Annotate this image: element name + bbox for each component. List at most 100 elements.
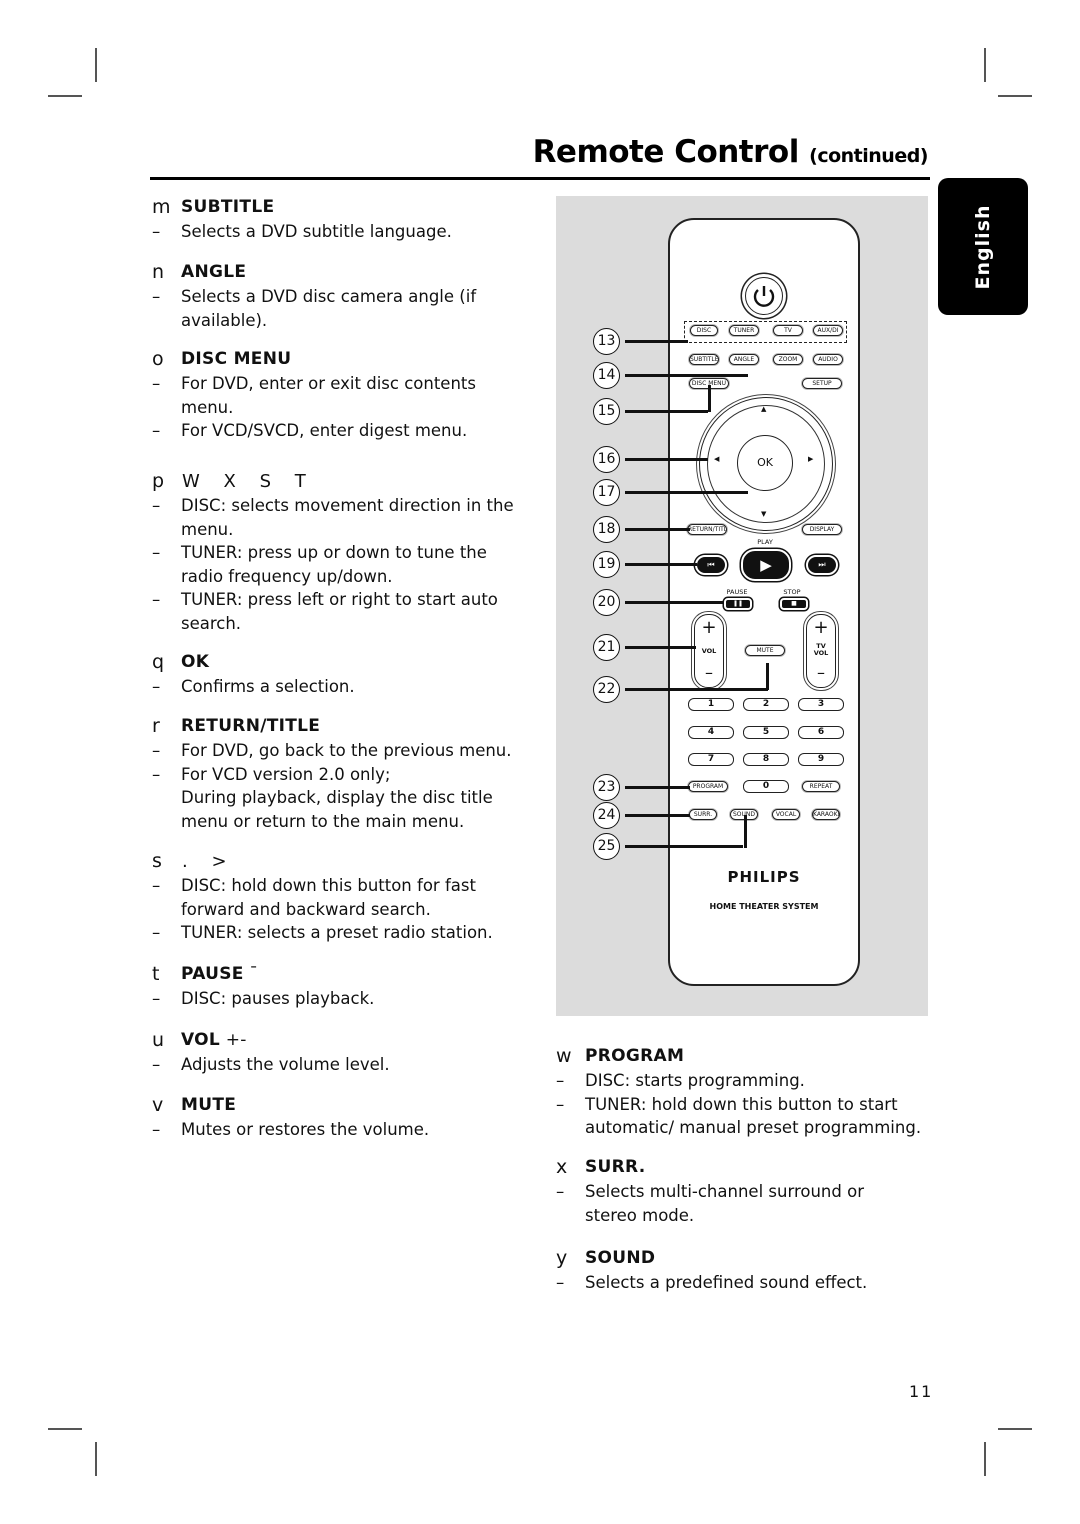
bullet-dash: – bbox=[152, 543, 161, 562]
section-letter: x bbox=[556, 1156, 568, 1178]
section-letter: o bbox=[152, 348, 164, 370]
section-line-text: TUNER: selects a preset radio station. bbox=[181, 923, 493, 942]
section-line: – Selects a DVD disc camera angle (if bbox=[152, 285, 532, 309]
num-9-button: 9 bbox=[798, 753, 844, 766]
section-label-text: PAUSE bbox=[181, 964, 244, 984]
section-letter: q bbox=[152, 651, 165, 673]
section-label-text: SOUND bbox=[585, 1248, 656, 1268]
callout-15: 15 bbox=[593, 398, 620, 425]
zoom-button: ZOOM bbox=[773, 354, 803, 365]
section-label: SURR. bbox=[585, 1156, 646, 1180]
surr-button: SURR. bbox=[689, 809, 717, 820]
section-line: – DISC: starts programming. bbox=[556, 1069, 926, 1093]
section-line: – DISC: pauses playback. bbox=[152, 987, 532, 1011]
vol-label: VOL bbox=[701, 647, 717, 655]
section-label-text: DISC MENU bbox=[181, 349, 292, 369]
crop-mark bbox=[984, 1442, 986, 1476]
section-line-text: automatic/ manual preset programming. bbox=[585, 1118, 922, 1137]
section-label: SOUND bbox=[585, 1247, 655, 1271]
section-line-text: For VCD/SVCD, enter digest menu. bbox=[181, 421, 468, 440]
section-label-text: SUBTITLE bbox=[181, 197, 275, 217]
disc-source-button: DISC bbox=[690, 325, 718, 336]
section-surr: x SURR. – Selects multi-channel surround or… bbox=[556, 1156, 926, 1227]
section-label-text: ANGLE bbox=[181, 262, 247, 282]
bullet-dash: – bbox=[556, 1182, 565, 1201]
bullet-dash: – bbox=[556, 1071, 565, 1090]
crop-mark bbox=[998, 95, 1032, 97]
section-label: PAUSE ¯ bbox=[181, 963, 258, 987]
leader-line bbox=[625, 688, 768, 691]
section-ok: q OK – Confirms a selection. bbox=[152, 651, 532, 699]
setup-button: SETUP bbox=[802, 378, 842, 389]
leader-line bbox=[625, 410, 708, 413]
section-heading: n ANGLE bbox=[152, 261, 532, 285]
vol-rocker: + VOL – bbox=[694, 614, 724, 688]
leader-line bbox=[625, 601, 724, 604]
bullet-dash: – bbox=[152, 374, 161, 393]
section-label-suffix: +- bbox=[220, 1030, 247, 1050]
section-line: – Selects multi-channel surround or bbox=[556, 1180, 926, 1204]
stop-button: ■ bbox=[780, 598, 808, 610]
section-letter: t bbox=[152, 963, 160, 985]
section-label: PROGRAM bbox=[585, 1045, 684, 1069]
section-disc-menu: o DISC MENU – For DVD, enter or exit disc c… bbox=[152, 348, 532, 443]
num-0-button: 0 bbox=[743, 780, 789, 793]
tv-vol-label: TV VOL bbox=[813, 642, 829, 657]
crop-mark bbox=[95, 48, 97, 82]
tv-vol-minus: – bbox=[817, 663, 825, 682]
section-letter: v bbox=[152, 1094, 164, 1116]
section-label-text: VOL bbox=[181, 1030, 221, 1050]
callout-13: 13 bbox=[593, 328, 620, 355]
section-heading: pW X S T bbox=[152, 470, 532, 494]
section-vol: u VOL +- – Adjusts the volume level. bbox=[152, 1029, 532, 1077]
leader-line bbox=[625, 374, 748, 377]
section-line-text: DISC: selects movement direction in the bbox=[181, 496, 514, 515]
page-number: 11 bbox=[909, 1382, 934, 1401]
section-line: – DISC: selects movement direction in the bbox=[152, 494, 532, 518]
section-label: DISC MENU bbox=[181, 348, 291, 372]
section-symbols: . > bbox=[182, 851, 236, 872]
audio-button: AUDIO bbox=[813, 354, 843, 365]
section-label: ANGLE bbox=[181, 261, 246, 285]
section-mute: v MUTE – Mutes or restores the volume. bbox=[152, 1094, 532, 1142]
section-line-text: TUNER: hold down this button to start bbox=[585, 1094, 898, 1114]
section-pause: t PAUSE ¯ – DISC: pauses playback. bbox=[152, 963, 532, 1011]
section-letter: m bbox=[152, 196, 171, 218]
leader-line bbox=[625, 845, 743, 848]
callout-21: 21 bbox=[593, 634, 620, 661]
section-line-text: Selects a DVD disc camera angle (if bbox=[181, 287, 477, 306]
bullet-dash: – bbox=[152, 590, 161, 609]
pause-button: ❚❚ bbox=[724, 598, 752, 610]
section-line-text: For DVD, go back to the previous menu. bbox=[181, 741, 512, 760]
leader-line bbox=[625, 528, 690, 531]
vol-minus: – bbox=[705, 663, 713, 682]
section-heading: o DISC MENU bbox=[152, 348, 532, 372]
pause-label: PAUSE bbox=[726, 588, 748, 596]
right-arrow-icon: ▶ bbox=[808, 455, 814, 463]
section-sound: y SOUND – Selects a predefined sound effect… bbox=[556, 1247, 926, 1295]
section-line-text: search. bbox=[181, 613, 242, 633]
callout-23: 23 bbox=[593, 774, 620, 801]
angle-button: ANGLE bbox=[729, 354, 759, 365]
num-4-button: 4 bbox=[688, 726, 734, 739]
section-heading: v MUTE bbox=[152, 1094, 532, 1118]
power-button bbox=[745, 277, 783, 315]
section-letter: n bbox=[152, 261, 165, 283]
section-label: OK bbox=[181, 651, 209, 675]
bullet-dash: – bbox=[152, 677, 161, 696]
section-line-text: Selects a DVD subtitle language. bbox=[181, 222, 452, 241]
num-3-button: 3 bbox=[798, 698, 844, 711]
power-icon bbox=[753, 286, 775, 307]
section-line: – For VCD version 2.0 only; bbox=[152, 763, 532, 787]
language-tab: English bbox=[938, 178, 1028, 315]
num-6-button: 6 bbox=[798, 726, 844, 739]
tuner-source-button: TUNER bbox=[729, 325, 759, 336]
section-letter: p bbox=[152, 470, 165, 492]
up-arrow-icon: ▲ bbox=[761, 405, 767, 413]
section-line-text: DISC: pauses playback. bbox=[181, 989, 375, 1008]
section-label-text: RETURN/TITLE bbox=[181, 716, 321, 736]
section-nav-arrows-p: p W X S T – DISC: selects movement directio… bbox=[152, 470, 532, 635]
section-line: automatic/ manual preset programming. bbox=[556, 1116, 926, 1140]
vol-plus: + bbox=[701, 617, 717, 638]
bullet-dash: – bbox=[152, 923, 161, 942]
